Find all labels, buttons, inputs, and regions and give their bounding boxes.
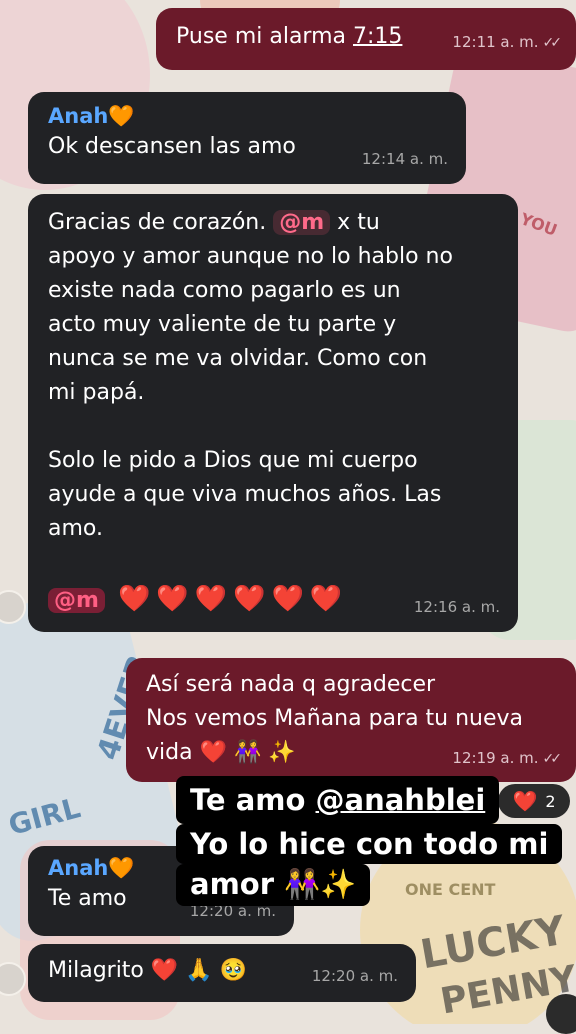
heart-emoji: ❤️ (117, 584, 151, 614)
mention-tag[interactable]: @m (48, 588, 105, 613)
message-text: Gracias de corazón. @m x tu (48, 210, 380, 235)
message-bubble-incoming[interactable]: Gracias de corazón. @m x tu apoyo y amor… (28, 194, 518, 632)
message-bubble-outgoing[interactable]: Puse mi alarma 7:15 12:11 a. m. ✓✓ (156, 8, 576, 70)
story-text-line[interactable]: amor 👭✨ (176, 864, 371, 906)
mention-handle[interactable]: @anahblei (316, 783, 486, 817)
message-time: 12:19 a. m. ✓✓ (452, 749, 563, 767)
story-text-line[interactable]: Te amo @anahblei (176, 776, 500, 824)
message-text-line: Solo le pido a Dios que mi cuerpo (48, 448, 418, 473)
story-text-line[interactable]: Yo lo hice con todo mi (176, 824, 563, 864)
heart-emoji: ❤️ (309, 584, 343, 614)
heart-icon: ❤️ (512, 789, 538, 813)
read-receipt-icon: ✓✓ (542, 751, 563, 767)
read-receipt-icon: ✓✓ (542, 35, 563, 51)
message-text-line: Así será nada q agradecer (146, 672, 436, 697)
reaction-count: 2 (545, 791, 556, 811)
message-bubble-incoming[interactable]: Anah🧡 Ok descansen las amo 12:14 a. m. (28, 92, 466, 184)
sender-name[interactable]: Anah🧡 (48, 102, 448, 130)
message-text-line: acto muy valiente de tu parte y (48, 312, 397, 337)
message-text-line: Nos vemos Mañana para tu nueva (146, 706, 524, 731)
message-bubble-outgoing[interactable]: Así será nada q agradecer Nos vemos Maña… (126, 658, 576, 782)
scroll-down-button[interactable] (546, 994, 576, 1034)
heart-emoji: ❤️ (194, 584, 228, 614)
message-text-line: mi papá. (48, 380, 145, 405)
message-time: 12:16 a. m. (413, 598, 500, 616)
heart-emoji: ❤️ (271, 584, 304, 614)
message-text-line: nunca se me va olvidar. Como con (48, 346, 428, 371)
message-text-line: ayude a que viva muchos años. Las (48, 482, 442, 507)
message-text-line: amo. (48, 516, 103, 541)
message-time: 12:14 a. m. (361, 150, 448, 168)
message-text-line: apoyo y amor aunque no lo hablo no (48, 244, 453, 269)
message-time: 12:20 a. m. (311, 967, 398, 985)
time-link[interactable]: 7:15 (353, 24, 402, 49)
reaction-pill[interactable]: ❤️ 2 (498, 784, 570, 818)
heart-emoji: ❤️ (233, 584, 266, 614)
heart-emoji: ❤️ (156, 584, 189, 614)
message-bubble-incoming[interactable]: Milagrito ❤️ 🙏 🥹 12:20 a. m. (28, 944, 416, 1002)
message-text-line: existe nada como pagarlo es un (48, 278, 401, 303)
wallpaper-text: ONE CENT (405, 880, 496, 899)
message-time: 12:11 a. m. ✓✓ (452, 33, 563, 51)
mention-tag[interactable]: @m (273, 210, 331, 235)
